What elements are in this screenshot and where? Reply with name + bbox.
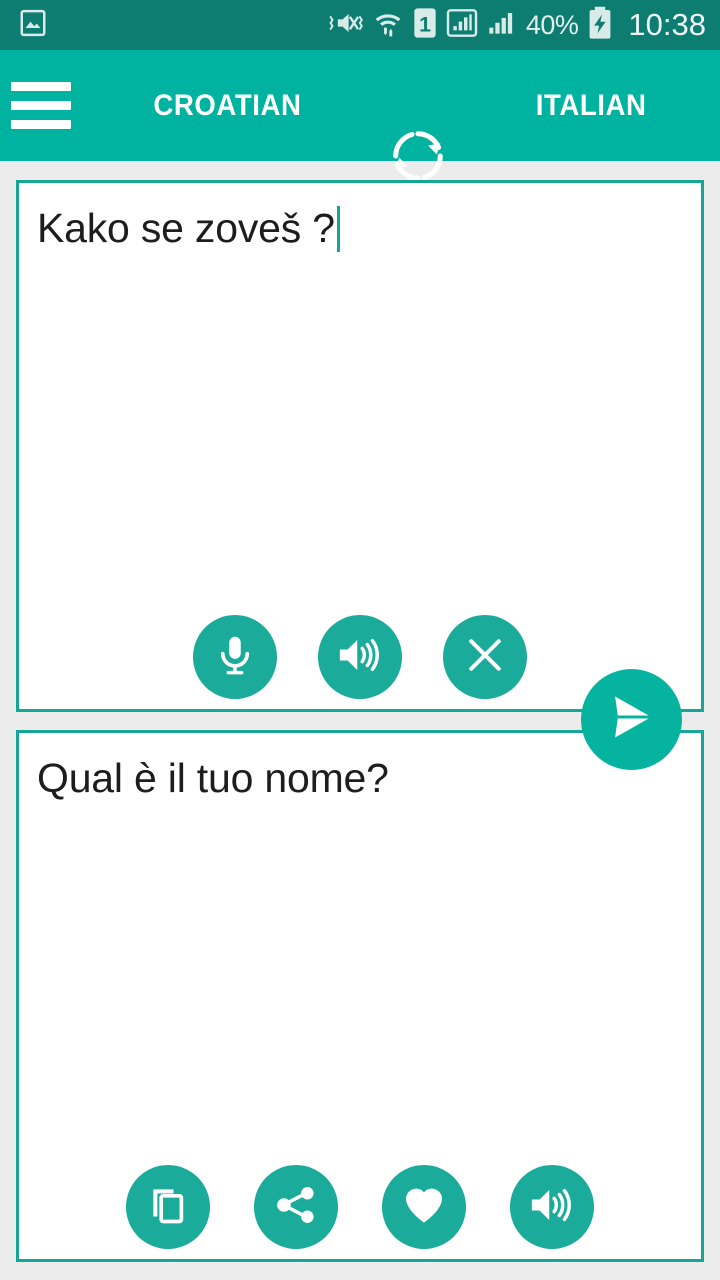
status-bar-left-icons [18,8,48,43]
translate-send-button[interactable] [581,669,682,770]
source-text-value: Kako se zoveš ? [37,205,335,251]
heart-icon [401,1182,447,1233]
translated-text-card[interactable]: Qual è il tuo nome? [16,730,704,1262]
source-speak-button[interactable] [318,615,402,699]
svg-text:1: 1 [419,12,431,36]
source-text-input[interactable]: Kako se zoveš ? [37,205,683,252]
status-bar-clock: 10:38 [628,7,706,42]
menu-bar-2 [11,101,71,110]
share-icon [274,1183,318,1232]
speaker-icon [336,633,384,682]
source-language-selector[interactable]: CROATIAN [92,50,362,161]
send-paper-plane-icon [603,688,661,751]
source-language-label: CROATIAN [152,88,302,122]
clear-text-button[interactable] [443,615,527,699]
battery-charging-icon [587,6,613,45]
speaker-icon [528,1183,576,1232]
image-icon [18,8,48,43]
hamburger-menu-icon[interactable] [0,50,92,161]
target-language-selector[interactable]: ITALIAN [462,50,720,161]
status-bar-right-icons: 1 40% 10:38 [327,6,706,45]
copy-button[interactable] [126,1165,210,1249]
text-cursor-caret [336,205,340,252]
menu-bar-1 [11,82,71,91]
target-action-row [19,1165,701,1249]
signal-bars-boxed-icon [446,7,478,44]
menu-bar-3 [11,120,71,129]
microphone-button[interactable] [193,615,277,699]
target-language-label: ITALIAN [535,88,647,122]
favorite-button[interactable] [382,1165,466,1249]
target-speak-button[interactable] [510,1165,594,1249]
volume-mute-vibrate-icon [327,8,363,43]
wifi-transfer-icon [372,7,404,44]
battery-percentage-label: 40% [525,9,579,40]
close-x-icon [463,633,507,682]
source-text-card[interactable]: Kako se zoveš ? [16,180,704,712]
microphone-icon [212,632,258,683]
app-bar: CROATIAN ITALIAN [0,50,720,181]
status-bar: 1 40% 10:38 [0,0,720,50]
sim-1-icon: 1 [413,7,437,44]
copy-icon [146,1183,190,1232]
share-button[interactable] [254,1165,338,1249]
translated-text-value: Qual è il tuo nome? [37,755,389,801]
signal-bars-icon [487,7,517,44]
